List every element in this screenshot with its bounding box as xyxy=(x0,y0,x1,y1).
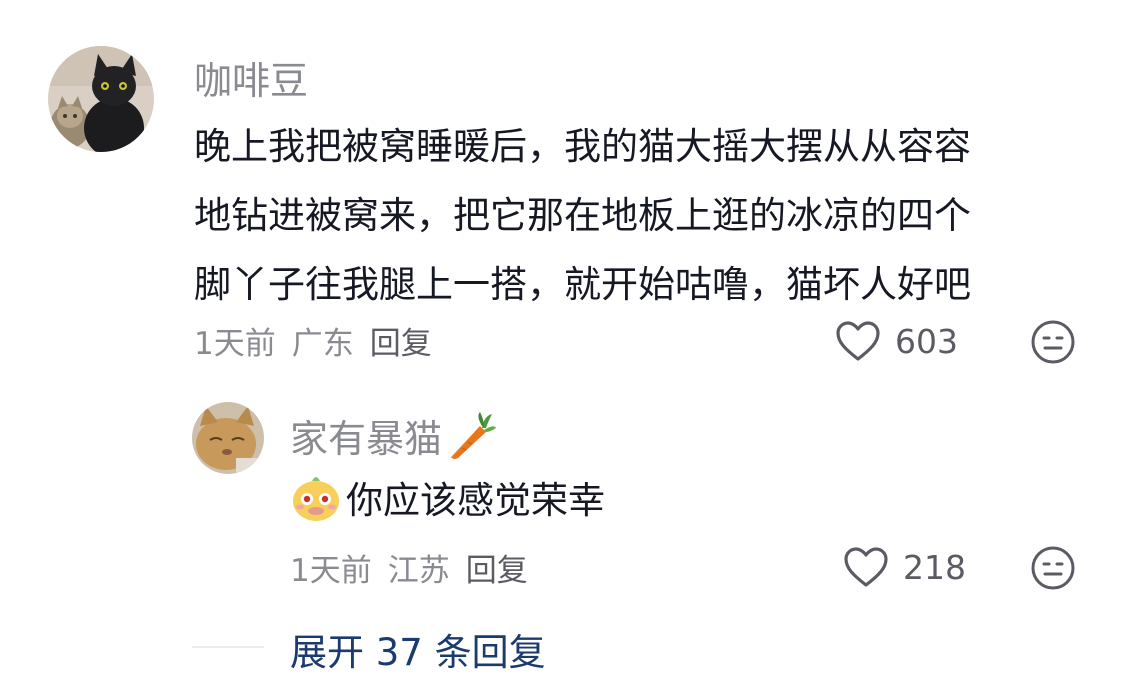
reply-user-avatar[interactable] xyxy=(192,402,264,474)
reply-text: 你应该感觉荣幸 xyxy=(290,470,605,524)
comment-text-line: 地钻进被窝来，把它那在地板上逛的冰凉的四个 xyxy=(194,194,971,237)
reply-like-button[interactable]: 218 xyxy=(843,546,966,588)
expand-replies-button[interactable]: 展开 37 条回复 xyxy=(290,622,546,676)
reply-time: 1天前 xyxy=(290,553,372,589)
comment-text-line: 脚丫子往我腿上一搭，就开始咕噜，猫坏人好吧 xyxy=(194,263,971,306)
avatar-image xyxy=(48,46,154,152)
comment-text: 晚上我把被窝睡暖后，我的猫大摇大摆从从容容 地钻进被窝来，把它那在地板上逛的冰凉… xyxy=(194,112,1074,319)
avatar-image xyxy=(192,402,264,474)
comment-username[interactable]: 咖啡豆 xyxy=(194,50,308,105)
like-count: 603 xyxy=(895,321,958,361)
meh-face-icon[interactable] xyxy=(1030,545,1076,591)
comment-location: 广东 xyxy=(291,326,354,362)
reply-username[interactable]: 家有暴猫 xyxy=(290,408,498,463)
carrot-icon xyxy=(451,411,497,459)
meh-face-icon[interactable] xyxy=(1030,319,1076,365)
reply-location: 江苏 xyxy=(387,553,450,589)
comment-meta: 1天前 广东 回复 xyxy=(194,318,448,363)
expand-divider xyxy=(192,646,264,648)
reply-username-text: 家有暴猫 xyxy=(290,417,443,461)
reply-text-content: 你应该感觉荣幸 xyxy=(346,479,605,522)
reply-button[interactable]: 回复 xyxy=(370,318,432,363)
sticker-face-icon xyxy=(293,477,339,521)
heart-outline-icon xyxy=(844,547,888,587)
reply-reply-button[interactable]: 回复 xyxy=(466,545,528,590)
comment-text-line: 晚上我把被窝睡暖后，我的猫大摇大摆从从容容 xyxy=(194,125,971,168)
comment-time: 1天前 xyxy=(194,326,276,362)
heart-outline-icon xyxy=(836,321,880,361)
user-avatar[interactable] xyxy=(48,46,154,152)
reply-meta: 1天前 江苏 回复 xyxy=(290,545,544,590)
like-button[interactable]: 603 xyxy=(835,320,958,362)
reply-like-count: 218 xyxy=(903,547,966,587)
